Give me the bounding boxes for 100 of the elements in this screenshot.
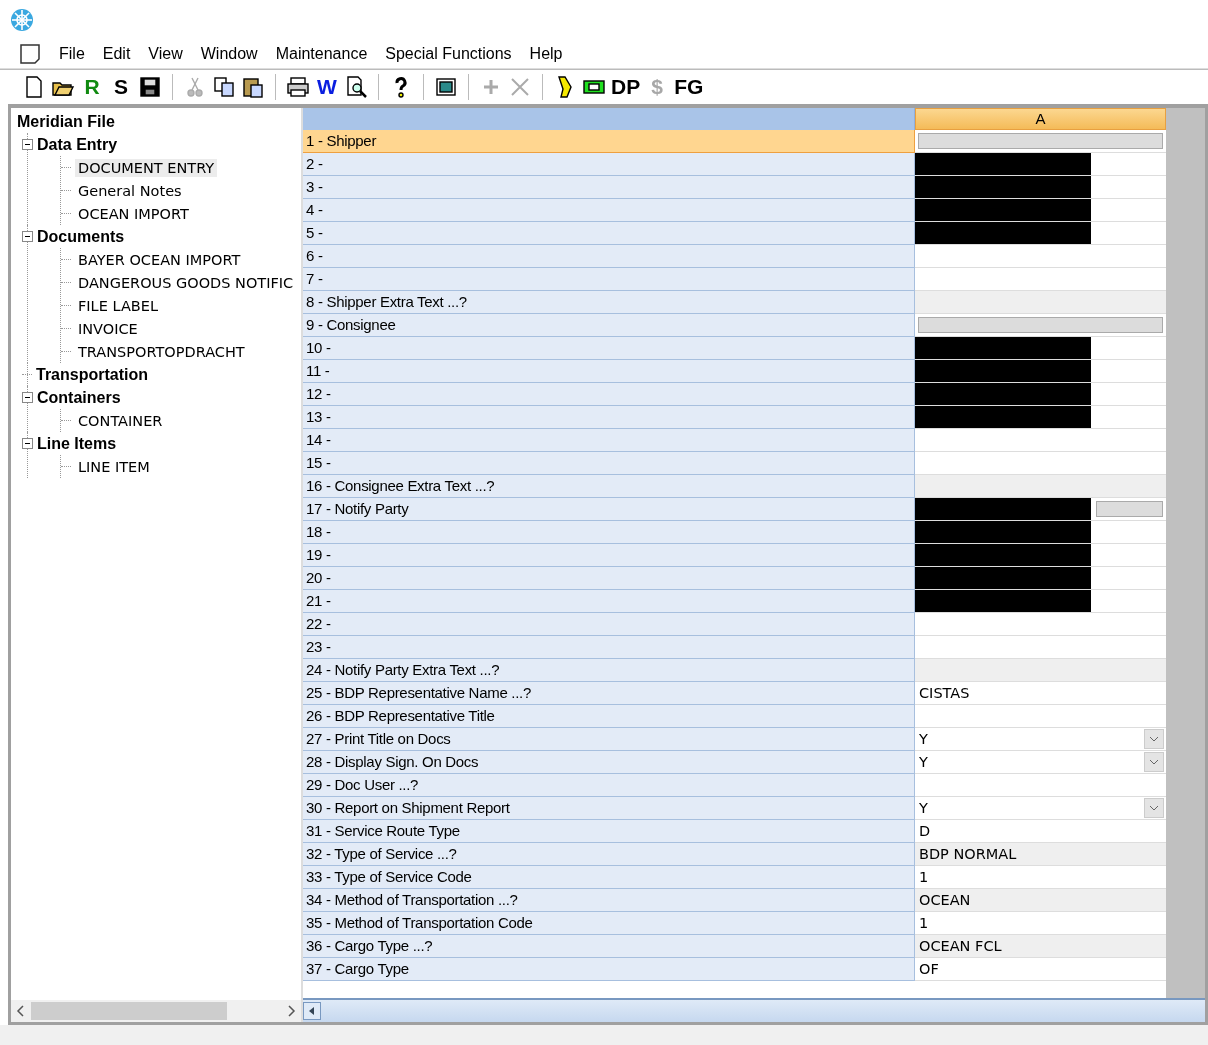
row-label[interactable]: 3 - <box>303 176 915 199</box>
tree-group[interactable]: Data Entry <box>37 135 118 154</box>
row-label[interactable]: 8 - Shipper Extra Text ...? <box>303 291 915 314</box>
row-label[interactable]: 7 - <box>303 268 915 291</box>
row-label[interactable]: 37 - Cargo Type <box>303 958 915 981</box>
tree-item[interactable]: CONTAINER <box>75 411 166 430</box>
preview-icon[interactable] <box>344 75 368 99</box>
row-label[interactable]: 5 - <box>303 222 915 245</box>
row-label[interactable]: 1 - Shipper <box>303 130 915 153</box>
collapse-icon[interactable] <box>22 139 33 150</box>
scroll-left-icon[interactable] <box>303 1002 321 1020</box>
tree-root[interactable]: Meridian File <box>17 110 301 133</box>
tree-group[interactable]: Line Items <box>37 434 117 453</box>
row-label[interactable]: 9 - Consignee <box>303 314 915 337</box>
tree-item[interactable]: FILE LABEL <box>75 296 161 315</box>
tree-item[interactable]: General Notes <box>75 181 185 200</box>
value-cell[interactable] <box>915 176 1166 199</box>
menu-item[interactable]: Help <box>520 45 572 63</box>
value-cell[interactable] <box>915 659 1166 682</box>
row-label[interactable]: 12 - <box>303 383 915 406</box>
row-label[interactable]: 27 - Print Title on Docs <box>303 728 915 751</box>
row-label[interactable]: 24 - Notify Party Extra Text ...? <box>303 659 915 682</box>
value-cell[interactable] <box>915 291 1166 314</box>
row-label[interactable]: 35 - Method of Transportation Code <box>303 912 915 935</box>
collapse-icon[interactable] <box>22 231 33 242</box>
row-label[interactable]: 15 - <box>303 452 915 475</box>
copy-icon[interactable] <box>212 75 236 99</box>
tree-item[interactable]: DOCUMENT ENTRY <box>75 158 218 177</box>
scrollbar[interactable] <box>11 1000 301 1022</box>
printer-icon[interactable] <box>286 75 310 99</box>
value-cell[interactable] <box>915 199 1166 222</box>
collapse-icon[interactable] <box>22 392 33 403</box>
value-cell[interactable] <box>915 406 1166 429</box>
tree-item[interactable]: INVOICE <box>75 319 141 338</box>
row-label[interactable]: 31 - Service Route Type <box>303 820 915 843</box>
scroll-right-icon[interactable] <box>286 1005 296 1017</box>
row-label[interactable]: 17 - Notify Party <box>303 498 915 521</box>
value-cell[interactable]: BDP NORMAL <box>915 843 1166 866</box>
toolbar-button[interactable]: R <box>80 75 104 99</box>
value-cell[interactable]: OCEAN FCL <box>915 935 1166 958</box>
row-label[interactable]: 28 - Display Sign. On Docs <box>303 751 915 774</box>
row-label[interactable]: 6 - <box>303 245 915 268</box>
row-label[interactable]: 14 - <box>303 429 915 452</box>
scroll-left-icon[interactable] <box>16 1005 26 1017</box>
row-label[interactable]: 32 - Type of Service ...? <box>303 843 915 866</box>
row-label[interactable]: 21 - <box>303 590 915 613</box>
row-label[interactable]: 19 - <box>303 544 915 567</box>
value-cell[interactable]: OCEAN <box>915 889 1166 912</box>
row-label[interactable]: 30 - Report on Shipment Report <box>303 797 915 820</box>
toolbar-button[interactable]: S <box>109 75 133 99</box>
value-cell[interactable] <box>915 498 1166 521</box>
value-cell[interactable] <box>915 544 1166 567</box>
paste-icon[interactable] <box>241 75 265 99</box>
collapse-icon[interactable] <box>22 438 33 449</box>
value-cell[interactable] <box>915 590 1166 613</box>
row-label[interactable]: 4 - <box>303 199 915 222</box>
tree-group[interactable]: Containers <box>37 388 121 407</box>
value-cell[interactable]: Y <box>915 751 1166 774</box>
cell-button[interactable] <box>1095 501 1163 517</box>
value-cell[interactable] <box>915 521 1166 544</box>
row-label[interactable]: 34 - Method of Transportation ...? <box>303 889 915 912</box>
value-cell[interactable] <box>915 153 1166 176</box>
row-label[interactable]: 36 - Cargo Type ...? <box>303 935 915 958</box>
save-icon[interactable] <box>138 75 162 99</box>
row-label[interactable]: 20 - <box>303 567 915 590</box>
tree-item[interactable]: BAYER OCEAN IMPORT <box>75 250 244 269</box>
tree-group[interactable]: Transportation <box>36 365 148 384</box>
row-label[interactable]: 33 - Type of Service Code <box>303 866 915 889</box>
menu-item[interactable]: File <box>50 45 94 63</box>
menu-item[interactable]: Edit <box>93 45 140 63</box>
value-cell[interactable] <box>915 475 1166 498</box>
value-cell[interactable] <box>915 222 1166 245</box>
menu-item[interactable]: Window <box>191 45 267 63</box>
tree-item[interactable]: DANGEROUS GOODS NOTIFIC <box>75 273 297 292</box>
scrollbar[interactable] <box>303 998 1205 1022</box>
tree-item[interactable]: LINE ITEM <box>75 457 153 476</box>
toolbar-button[interactable]: FG <box>674 75 704 99</box>
value-cell[interactable]: Y <box>915 797 1166 820</box>
column-header[interactable]: A <box>915 108 1166 130</box>
menu-item[interactable]: Special Functions <box>376 45 521 63</box>
menu-item[interactable]: Maintenance <box>266 45 377 63</box>
menu-item[interactable]: View <box>139 45 192 63</box>
row-label[interactable]: 2 - <box>303 153 915 176</box>
row-label[interactable]: 22 - <box>303 613 915 636</box>
row-label[interactable]: 18 - <box>303 521 915 544</box>
row-label[interactable]: 11 - <box>303 360 915 383</box>
tree-group[interactable]: Documents <box>37 227 125 246</box>
row-label[interactable]: 26 - BDP Representative Title <box>303 705 915 728</box>
row-label[interactable]: 13 - <box>303 406 915 429</box>
row-label[interactable]: 16 - Consignee Extra Text ...? <box>303 475 915 498</box>
value-cell[interactable] <box>915 567 1166 590</box>
row-label[interactable]: 10 - <box>303 337 915 360</box>
tree-item[interactable]: TRANSPORTOPDRACHT <box>75 342 248 361</box>
toolbar-button[interactable]: DP <box>611 75 641 99</box>
value-cell[interactable] <box>915 360 1166 383</box>
toolbar-button[interactable]: W <box>315 75 339 99</box>
value-cell[interactable] <box>915 337 1166 360</box>
value-cell[interactable] <box>915 383 1166 406</box>
value-cell[interactable]: Y <box>915 728 1166 751</box>
row-label[interactable]: 23 - <box>303 636 915 659</box>
